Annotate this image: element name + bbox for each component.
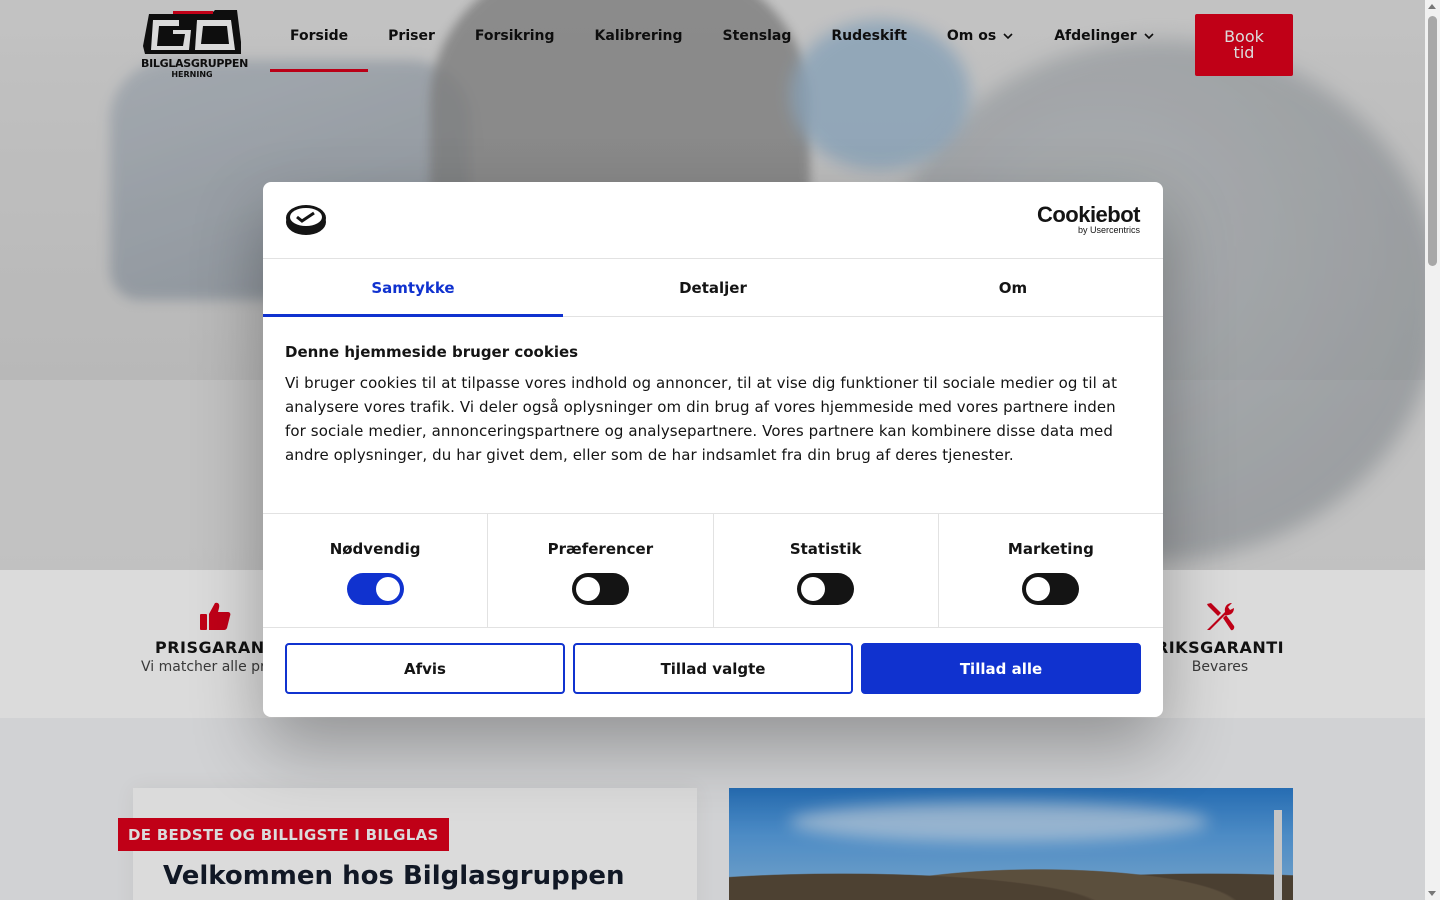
consent-toggles: Nødvendig Præferencer Statistik Marketin… [263,514,1163,628]
cookie-logo-icon [286,205,326,235]
marketing-toggle[interactable] [1022,573,1080,605]
toggle-label: Statistik [789,540,862,558]
cookiebot-brand[interactable]: Cookiebot by Usercentrics [1036,202,1141,236]
toggle-label: Præferencer [547,540,654,558]
scroll-down-icon[interactable] [1428,891,1436,896]
tab-om[interactable]: Om [863,259,1163,316]
consent-tabs: Samtykke Detaljer Om [263,259,1163,317]
allow-all-button[interactable]: Tillad alle [861,643,1141,694]
dialog-title: Denne hjemmeside bruger cookies [285,343,579,361]
dialog-text: Vi bruger cookies til at tilpasse vores … [285,374,1118,464]
toggle-group-preferences: Præferencer [488,514,714,627]
dialog-body: Denne hjemmeside bruger cookies Vi bruge… [263,317,1163,514]
statistics-toggle[interactable] [797,573,855,605]
scrollbar-thumb[interactable] [1428,16,1437,266]
cookiebot-name: Cookiebot [1036,202,1141,227]
preferences-toggle[interactable] [571,573,629,605]
dialog-header: Cookiebot by Usercentrics [263,182,1163,259]
toggle-group-statistics: Statistik [714,514,939,627]
scroll-up-icon[interactable] [1428,4,1436,9]
page-scrollbar[interactable] [1425,0,1440,900]
reject-button[interactable]: Afvis [285,643,565,694]
toggle-group-marketing: Marketing [939,514,1163,627]
allow-selected-button[interactable]: Tillad valgte [573,643,853,694]
toggle-group-necessary: Nødvendig [263,514,489,627]
toggle-label: Marketing [1007,540,1094,558]
tab-samtykke[interactable]: Samtykke [263,259,563,317]
necessary-toggle[interactable] [346,573,404,605]
toggle-label: Nødvendig [329,540,421,558]
tab-detaljer[interactable]: Detaljer [563,259,863,316]
dialog-actions: Afvis Tillad valgte Tillad alle [263,628,1163,709]
cookie-consent-dialog: Cookiebot by Usercentrics Samtykke Detal… [263,182,1163,717]
